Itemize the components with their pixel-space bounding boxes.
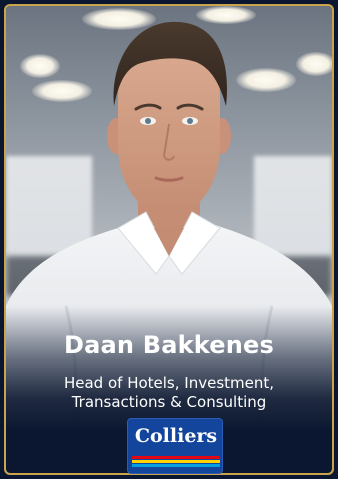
logo-stripes: [132, 456, 220, 470]
profile-card: Daan Bakkenes Head of Hotels, Investment…: [0, 0, 338, 479]
logo-stripe-red: [132, 456, 220, 459]
colliers-logo: Colliers: [127, 418, 223, 474]
logo-stripe-yellow: [132, 460, 220, 463]
logo-wordmark: Colliers: [134, 425, 218, 447]
role-line-1: Head of Hotels, Investment,: [63, 374, 275, 392]
face: [118, 46, 220, 216]
person-name: Daan Bakkenes: [63, 331, 275, 359]
role-line-2: Transactions & Consulting: [71, 393, 267, 411]
person-role: Head of Hotels, Investment, Transactions…: [0, 374, 338, 412]
logo-stripe-blue: [132, 464, 220, 467]
